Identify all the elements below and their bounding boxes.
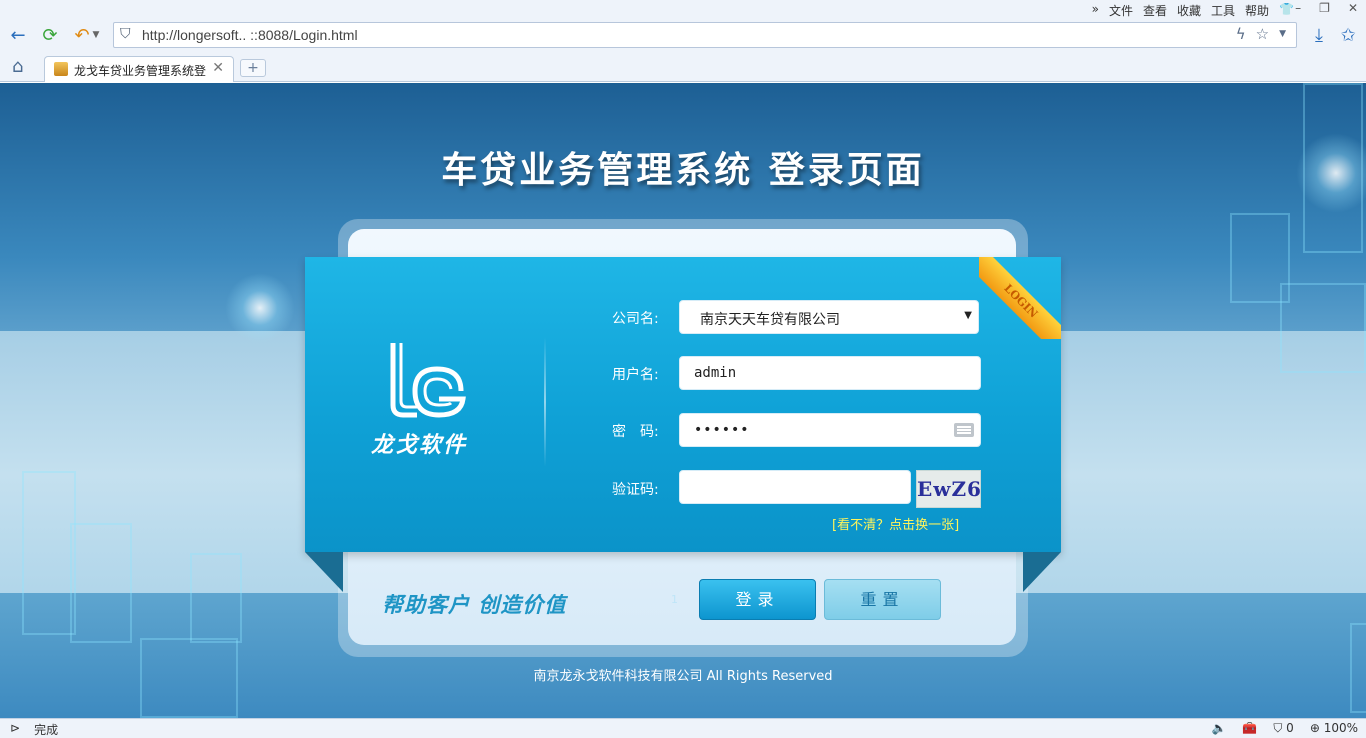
menu-help[interactable]: 帮助: [1245, 2, 1269, 19]
menu-file[interactable]: 文件: [1109, 2, 1133, 19]
shield-counter-value: 0: [1286, 721, 1294, 735]
password-label: 密 码:: [612, 424, 659, 440]
decor-square: [190, 553, 242, 643]
menu-favorites[interactable]: 收藏: [1177, 2, 1201, 19]
login-ribbon: LOGIN: [979, 257, 1061, 339]
url-text[interactable]: http://longersoft.. ::8088/Login.html: [142, 27, 358, 43]
favorites-star-icon[interactable]: ✩: [1336, 24, 1360, 46]
sidebar-toggle-icon[interactable]: ⊳: [10, 721, 20, 738]
username-label: 用户名:: [612, 367, 659, 383]
reset-button[interactable]: 重置: [824, 579, 941, 620]
tab-title: 龙戈车贷业务管理系统登: [74, 64, 207, 78]
menu-more-icon[interactable]: »: [1092, 2, 1099, 19]
captcha-input[interactable]: [679, 470, 911, 504]
shield-icon: ⛉: [120, 26, 131, 42]
logo-mark-icon: [390, 343, 466, 418]
skin-icon[interactable]: 👕: [1279, 2, 1294, 19]
copyright-text: 南京龙永戈软件科技有限公司 All Rights Reserved: [533, 669, 833, 684]
toolbox-icon[interactable]: 🧰: [1242, 721, 1257, 736]
close-icon[interactable]: ✕: [1348, 1, 1358, 15]
star-icon[interactable]: ☆: [1256, 25, 1269, 43]
address-bar-actions: ϟ ☆ ▼: [1236, 25, 1286, 43]
panel-divider: [544, 337, 546, 467]
zoom-level: 100%: [1323, 721, 1358, 735]
shield-counter[interactable]: ⛉ 0: [1273, 721, 1293, 736]
browser-menubar: » 文件 查看 收藏 工具 帮助 👕 – ❐ ✕: [0, 0, 1366, 20]
company-select-value: 南京天天车贷有限公司: [700, 312, 840, 328]
new-tab-button[interactable]: +: [240, 59, 266, 77]
speaker-icon[interactable]: 🔈: [1211, 721, 1226, 736]
tab-close-icon[interactable]: ✕: [212, 60, 224, 76]
back-icon[interactable]: ←: [6, 24, 30, 46]
window-controls: – ❐ ✕: [1295, 1, 1358, 15]
address-dropdown-icon[interactable]: ▼: [1279, 25, 1286, 43]
username-input[interactable]: admin: [679, 356, 981, 390]
zoom-control[interactable]: ⊕ 100%: [1310, 721, 1358, 736]
company-label: 公司名:: [612, 311, 659, 327]
keyboard-icon[interactable]: [954, 423, 974, 437]
menu-list: » 文件 查看 收藏 工具 帮助 👕: [1092, 2, 1294, 19]
company-logo: 龙戈软件: [371, 341, 491, 458]
address-bar[interactable]: ⛉ http://longersoft.. ::8088/Login.html …: [113, 22, 1297, 48]
slogan: 帮助客户 创造价值: [382, 593, 567, 617]
decor-square: [1280, 283, 1366, 373]
browser-tab[interactable]: 龙戈车贷业务管理系统登 ✕: [44, 56, 234, 82]
flash-icon[interactable]: ϟ: [1236, 25, 1246, 43]
tab-bar: ⌂ 龙戈车贷业务管理系统登 ✕ +: [0, 50, 1366, 82]
brand-name: 龙戈软件: [371, 433, 468, 458]
minimize-icon[interactable]: –: [1295, 1, 1301, 15]
username-value: admin: [694, 365, 737, 381]
captcha-image[interactable]: EwZ6: [916, 470, 981, 508]
menu-tools[interactable]: 工具: [1211, 2, 1235, 19]
ribbon-text: LOGIN: [979, 257, 1061, 339]
hidden-counter: 1: [671, 593, 678, 606]
browser-statusbar: ⊳ 完成 🔈 🧰 ⛉ 0 ⊕ 100%: [0, 718, 1366, 738]
restore-icon[interactable]: ❐: [1319, 1, 1330, 15]
panel-fold-right: [1023, 552, 1061, 592]
panel-fold-left: [305, 552, 343, 592]
login-panel: LOGIN 龙戈软件 公司名: 南京天天车贷有限公司 ▼ 用户名: admin …: [305, 257, 1061, 592]
decor-square: [22, 471, 76, 635]
login-button[interactable]: 登录: [699, 579, 816, 620]
download-icon[interactable]: ⤓: [1307, 24, 1331, 46]
status-right: 🔈 🧰 ⛉ 0 ⊕ 100%: [1211, 721, 1358, 736]
favicon-icon: [54, 62, 68, 76]
decor-square: [70, 523, 132, 643]
password-value: ••••••: [694, 422, 750, 438]
status-left: ⊳ 完成: [10, 721, 58, 738]
page-title: 车贷业务管理系统 登录页面: [441, 149, 925, 191]
chevron-down-icon: ▼: [964, 310, 972, 321]
status-text: 完成: [34, 723, 59, 737]
menu-view[interactable]: 查看: [1143, 2, 1167, 19]
home-icon[interactable]: ⌂: [12, 56, 23, 77]
decor-glow: [225, 273, 295, 343]
browser-toolbar: ← ⟳ ↶ ▼ ⛉ http://longersoft.. ::8088/Log…: [0, 20, 1366, 50]
undo-dropdown-icon[interactable]: ▼: [90, 24, 102, 46]
password-input[interactable]: ••••••: [679, 413, 981, 447]
captcha-label: 验证码:: [612, 482, 659, 498]
refresh-captcha-link[interactable]: [看不清？点击换一张]: [832, 514, 959, 533]
company-select[interactable]: 南京天天车贷有限公司 ▼: [679, 300, 979, 334]
refresh-icon[interactable]: ⟳: [38, 24, 62, 46]
login-page: 车贷业务管理系统 登录页面 LOGIN 龙戈软件 公司名: 南京天天车贷有限公司…: [0, 83, 1366, 718]
